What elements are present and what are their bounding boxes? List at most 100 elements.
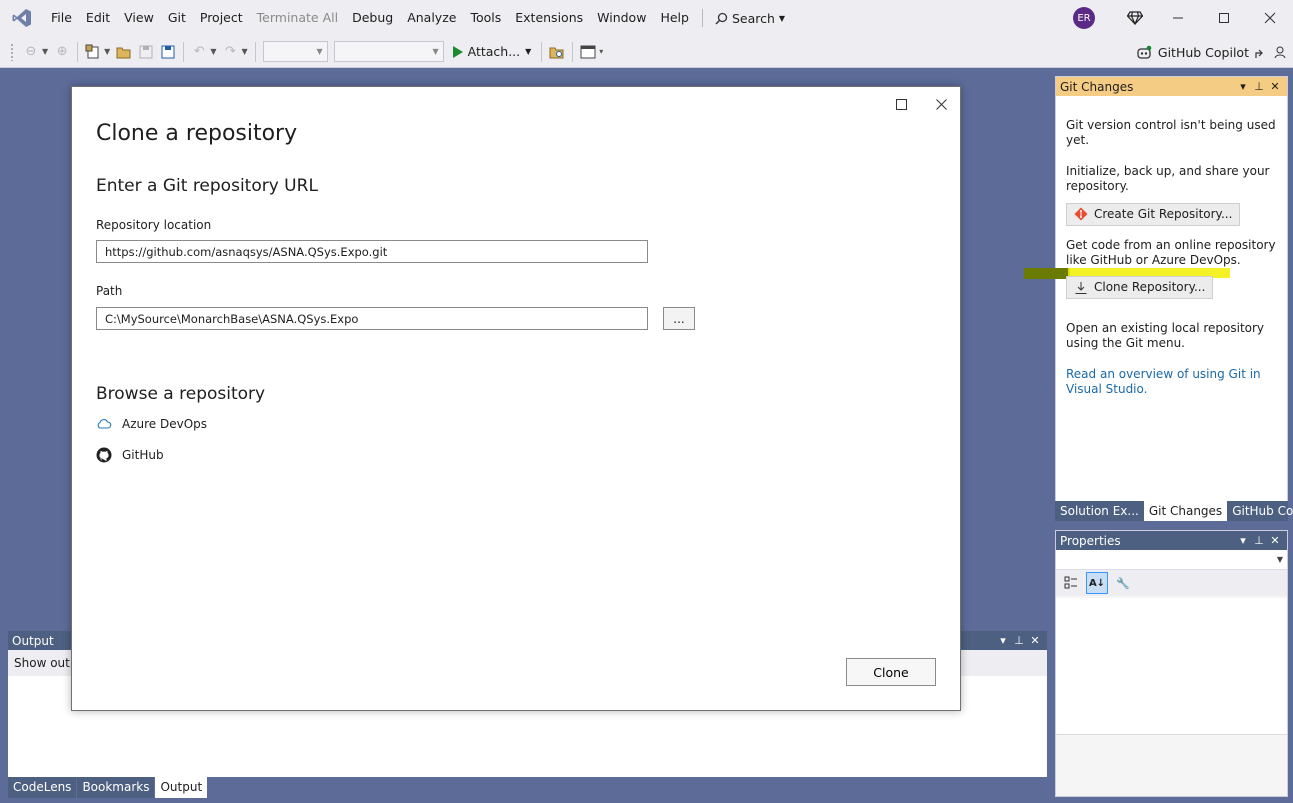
menu-project[interactable]: Project [193,0,250,36]
clone-repository-button[interactable]: Clone Repository... [1066,276,1214,299]
properties-header[interactable]: Properties ▾ ⊥ ✕ [1056,531,1287,550]
chevron-down-icon: ▼ [525,47,532,56]
github-link[interactable]: GitHub [96,447,164,463]
menu-git[interactable]: Git [161,0,193,36]
copilot-icon [1137,45,1152,59]
menu-view[interactable]: View [117,0,161,36]
dialog-title: Clone a repository [96,121,298,146]
menu-analyze[interactable]: Analyze [400,0,463,36]
menu-window[interactable]: Window [590,0,653,36]
window-layout-icon[interactable] [577,41,599,63]
chevron-down-icon: ▼ [778,13,786,23]
menu-extensions[interactable]: Extensions [508,0,590,36]
chevron-down-icon[interactable]: ▾ [599,47,603,56]
repository-location-label: Repository location [96,218,212,232]
dialog-close-icon[interactable] [926,93,956,115]
search-label: Search [731,10,775,26]
menu-help[interactable]: Help [653,0,696,36]
create-git-repository-button[interactable]: Create Git Repository... [1066,202,1241,226]
close-icon[interactable]: ✕ [1027,634,1043,647]
feedback-icon[interactable] [1269,41,1291,63]
tab-output[interactable]: Output [155,777,208,798]
toolbar-separator [541,41,543,62]
close-icon[interactable]: ✕ [1267,80,1283,93]
property-pages-icon[interactable]: 🔧 [1112,572,1134,594]
git-changes-panel: Git Changes ▾ ⊥ ✕ Git version control is… [1055,76,1288,502]
alphabetical-icon[interactable]: A↓ [1086,572,1108,594]
categorized-icon[interactable] [1060,572,1082,594]
menu-edit[interactable]: Edit [79,0,117,36]
path-input[interactable] [96,307,648,330]
menu-debug[interactable]: Debug [345,0,400,36]
git-init-text: Initialize, back up, and share your repo… [1066,164,1270,193]
window-controls: ER [1073,0,1293,36]
git-overview-link[interactable]: Read an overview of using Git in Visual … [1066,367,1277,397]
dropdown-icon[interactable]: ▾ [1235,80,1251,93]
new-project-icon[interactable] [82,41,104,63]
toolbar-grip[interactable] [10,42,14,61]
chevron-down-icon[interactable]: ▼ [42,47,48,56]
properties-grid[interactable] [1056,598,1287,734]
navigate-forward-icon[interactable]: ⊕ [51,41,73,63]
dropdown-icon[interactable]: ▾ [995,634,1011,647]
path-label: Path [96,284,123,298]
copilot-label: GitHub Copilot [1157,44,1249,60]
menu-terminate-all[interactable]: Terminate All [250,0,345,36]
tab-codelens[interactable]: CodeLens [8,777,77,798]
minimize-icon[interactable] [1155,0,1201,36]
properties-object-combo[interactable]: ▼ [1056,550,1287,570]
properties-toolbar: A↓ 🔧 [1056,570,1287,596]
tab-github-copilot[interactable]: GitHub Co... [1227,501,1293,521]
clone-button[interactable]: Clone [846,658,936,686]
redo-icon[interactable]: ↷ [219,41,241,63]
chevron-down-icon[interactable]: ▼ [210,47,216,56]
cloud-icon [97,419,112,429]
dropdown-icon[interactable]: ▾ [1235,534,1251,547]
browse-repository-heading: Browse a repository [96,384,266,404]
menu-tools[interactable]: Tools [463,0,508,36]
avatar[interactable]: ER [1073,7,1095,29]
git-online-text: Get code from an online repository like … [1066,237,1276,267]
toolbar-separator [254,41,256,62]
github-copilot-button[interactable]: GitHub Copilot [1136,36,1249,68]
browse-path-button[interactable]: ... [663,307,695,330]
highlight-mark-dark [1024,268,1070,279]
standard-toolbar: ⊖ ▼ ⊕ ▼ ↶ ▼ ↷ ▼ ▼ ▼ Attach... ▼ ▾ GitHub… [0,36,1293,68]
search-button[interactable]: Search ▼ [709,11,791,26]
repository-location-input[interactable] [96,240,648,263]
toolbar-separator [183,41,185,62]
chevron-down-icon[interactable]: ▼ [241,47,247,56]
tab-git-changes[interactable]: Git Changes [1143,501,1228,521]
close-icon[interactable]: ✕ [1267,534,1283,547]
git-changes-header[interactable]: Git Changes ▾ ⊥ ✕ [1056,77,1287,96]
chevron-down-icon[interactable]: ▼ [104,47,110,56]
toolbar-separator [77,41,79,62]
navigate-back-icon[interactable]: ⊖ [20,41,42,63]
pin-icon[interactable]: ⊥ [1251,534,1267,547]
close-window-icon[interactable] [1247,0,1293,36]
git-icon [1074,207,1088,221]
attach-button[interactable]: Attach... ▼ [447,44,538,59]
tab-solution-explorer[interactable]: Solution Ex... [1055,501,1144,521]
undo-icon[interactable]: ↶ [188,41,210,63]
solution-platforms-combo[interactable]: ▼ [333,41,444,62]
search-icon [715,12,728,25]
azure-devops-link[interactable]: Azure DevOps [96,417,207,431]
solution-configurations-combo[interactable]: ▼ [262,41,328,62]
pin-icon[interactable]: ⊥ [1251,80,1267,93]
tab-bookmarks[interactable]: Bookmarks [77,777,155,798]
show-output-from-label: Show outp [14,656,78,670]
menu-file[interactable]: File [44,0,79,36]
save-icon[interactable] [135,41,157,63]
dialog-maximize-icon[interactable] [886,93,916,115]
pin-icon[interactable]: ⊥ [1011,634,1027,647]
bottom-tab-strip: CodeLens Bookmarks Output [8,777,208,798]
diamond-icon[interactable] [1115,0,1155,36]
find-in-files-icon[interactable] [546,41,568,63]
visual-studio-logo-icon[interactable] [0,0,44,36]
github-label: GitHub [122,448,164,462]
maximize-icon[interactable] [1201,0,1247,36]
open-folder-icon[interactable] [113,41,135,63]
save-all-icon[interactable] [157,41,179,63]
share-icon[interactable] [1249,41,1271,63]
